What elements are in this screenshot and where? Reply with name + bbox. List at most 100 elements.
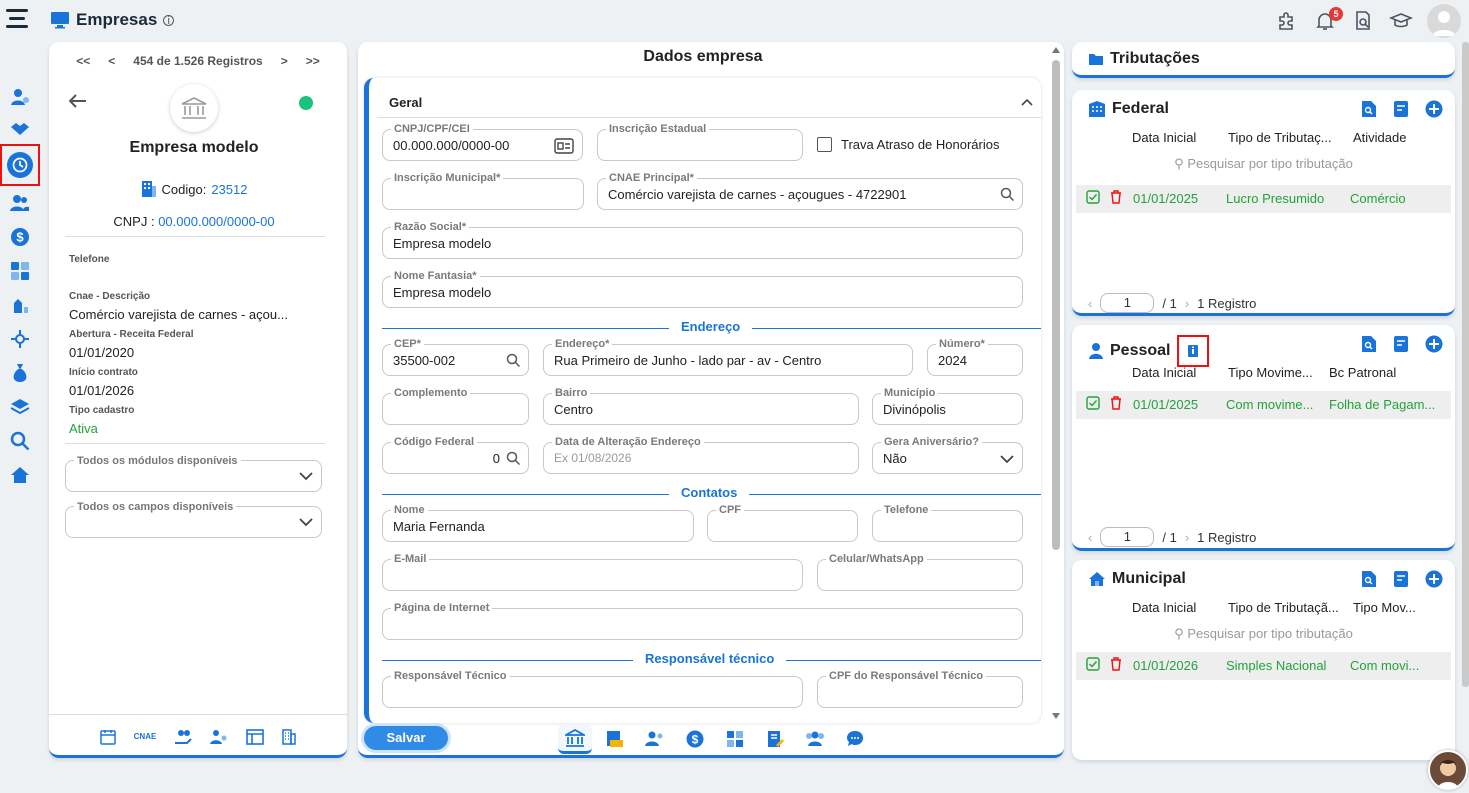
cpf-field[interactable]: CPF (707, 504, 858, 542)
column-header[interactable]: Bc Patronal (1329, 365, 1439, 380)
search-icon[interactable] (1000, 187, 1014, 201)
column-header[interactable]: Data Inicial (1132, 365, 1222, 380)
back-arrow-icon[interactable] (69, 94, 87, 108)
celular-field[interactable]: Celular/WhatsApp (817, 553, 1023, 591)
razao-social-field[interactable]: Razão Social* Empresa modelo (382, 221, 1023, 259)
telefone-field[interactable]: Telefone (872, 504, 1023, 542)
column-header[interactable]: Tipo Movime... (1228, 365, 1320, 380)
gera-aniversario-select[interactable]: Gera Aniversário? Não (872, 436, 1023, 474)
side-nav-home[interactable] (0, 458, 40, 492)
column-header[interactable]: Data Inicial (1132, 600, 1222, 615)
side-nav-calculator[interactable] (0, 254, 40, 288)
first-record-button[interactable]: << (76, 54, 90, 68)
trash-icon[interactable] (1110, 396, 1122, 410)
info-icon[interactable]: i (163, 14, 175, 26)
prev-page-icon[interactable]: ‹ (1088, 530, 1092, 545)
inscricao-municipal-field[interactable]: Inscrição Municipal* (382, 172, 584, 210)
trash-icon[interactable] (1110, 190, 1122, 204)
next-record-button[interactable]: > (281, 54, 288, 68)
table-row[interactable]: 01/01/2026 Simples Nacional Com movi... (1076, 652, 1451, 680)
side-nav-growth[interactable] (0, 288, 40, 322)
hand-people-icon[interactable] (174, 729, 193, 745)
side-nav-search[interactable] (0, 424, 40, 458)
check-icon[interactable] (1086, 190, 1100, 204)
building-outline-icon[interactable] (282, 728, 297, 745)
id-card-icon[interactable] (554, 138, 574, 154)
cnae-icon[interactable]: CNAE (134, 732, 157, 741)
tab-chat[interactable] (838, 724, 872, 754)
document-search-icon[interactable] (1361, 100, 1377, 118)
check-icon[interactable] (1086, 396, 1100, 410)
column-header[interactable]: Tipo Mov... (1353, 600, 1443, 615)
column-header[interactable]: Tipo de Tributaç... (1228, 130, 1346, 145)
table-row[interactable]: 01/01/2025 Com movime... Folha de Pagam.… (1076, 391, 1451, 419)
scroll-thumb[interactable] (1052, 60, 1060, 550)
cep-field[interactable]: CEP* 35500-002 (382, 338, 529, 376)
prev-page-icon[interactable]: ‹ (1088, 296, 1092, 311)
cpf-responsavel-field[interactable]: CPF do Responsável Técnico (817, 670, 1023, 708)
scroll-up-icon[interactable] (1052, 46, 1060, 54)
assistant-avatar[interactable] (1428, 750, 1468, 790)
form-scrollbar[interactable] (1052, 46, 1060, 720)
column-header[interactable]: Atividade (1353, 130, 1443, 145)
trava-checkbox[interactable]: Trava Atraso de Honorários (817, 137, 999, 152)
menu-icon[interactable] (6, 9, 28, 33)
user-group-icon[interactable] (210, 729, 228, 745)
chevron-up-icon[interactable] (1021, 98, 1033, 106)
inscricao-estadual-field[interactable]: Inscrição Estadual (597, 123, 803, 161)
tab-empresa[interactable] (558, 724, 592, 754)
municipio-field[interactable]: Município Divinópolis (872, 387, 1023, 425)
nome-field[interactable]: Nome Maria Fernanda (382, 504, 694, 542)
tab-calculator[interactable] (718, 724, 752, 754)
document-search-icon[interactable] (1361, 335, 1377, 353)
page-input[interactable]: 1 (1100, 527, 1155, 547)
side-nav-handshake[interactable] (0, 114, 40, 144)
side-nav-people[interactable] (0, 186, 40, 220)
add-circle-icon[interactable] (1425, 100, 1443, 118)
tab-people[interactable] (638, 724, 672, 754)
modules-select[interactable]: Todos os módulos disponíveis (65, 455, 322, 492)
right-scrollbar[interactable] (1462, 42, 1469, 687)
tab-group[interactable] (798, 724, 832, 754)
checkbox[interactable] (817, 137, 832, 152)
add-circle-icon[interactable] (1425, 335, 1443, 353)
prev-record-button[interactable]: < (108, 54, 115, 68)
codigo-federal-field[interactable]: Código Federal 0 (382, 436, 529, 474)
responsavel-tecnico-field[interactable]: Responsável Técnico (382, 670, 803, 708)
document-search-icon[interactable] (1361, 570, 1377, 588)
history-icon[interactable] (1393, 335, 1409, 353)
add-circle-icon[interactable] (1425, 570, 1443, 588)
user-avatar[interactable] (1427, 4, 1461, 38)
pagina-internet-field[interactable]: Página de Internet (382, 602, 1023, 640)
side-nav-network[interactable] (0, 322, 40, 356)
tab-documents[interactable] (598, 724, 632, 754)
save-button[interactable]: Salvar (364, 726, 448, 750)
search-icon[interactable] (506, 353, 520, 367)
data-alteracao-field[interactable]: Data de Alteração Endereço Ex 01/08/2026 (543, 436, 859, 474)
side-nav-layers[interactable] (0, 390, 40, 424)
table-icon[interactable] (246, 728, 265, 745)
side-nav-dollar[interactable]: $ (0, 220, 40, 254)
municipal-search[interactable]: ⚲ Pesquisar por tipo tributação (1072, 626, 1455, 642)
email-field[interactable]: E-Mail (382, 553, 803, 591)
next-page-icon[interactable]: › (1185, 296, 1189, 311)
pessoal-info-button[interactable] (1177, 335, 1210, 367)
fields-select[interactable]: Todos os campos disponíveis (65, 501, 322, 538)
calendar-icon[interactable] (99, 729, 116, 745)
table-row[interactable]: 01/01/2025 Lucro Presumido Comércio (1076, 185, 1451, 213)
history-icon[interactable] (1393, 100, 1409, 118)
next-page-icon[interactable]: › (1185, 530, 1189, 545)
side-nav-clock[interactable] (0, 144, 40, 186)
scroll-down-icon[interactable] (1052, 712, 1060, 720)
numero-field[interactable]: Número* 2024 (927, 338, 1023, 376)
complemento-field[interactable]: Complemento (382, 387, 529, 425)
endereco-field[interactable]: Endereço* Rua Primeiro de Junho - lado pa… (543, 338, 913, 376)
history-icon[interactable] (1393, 570, 1409, 588)
federal-search[interactable]: ⚲ Pesquisar por tipo tributação (1072, 156, 1455, 172)
side-nav-users[interactable] (0, 80, 40, 114)
check-icon[interactable] (1086, 657, 1100, 671)
cnpj-field[interactable]: CNPJ/CPF/CEI 00.000.000/0000-00 (382, 123, 583, 161)
tab-edit-document[interactable] (758, 724, 792, 754)
puzzle-icon[interactable] (1275, 9, 1299, 33)
trash-icon[interactable] (1110, 657, 1122, 671)
